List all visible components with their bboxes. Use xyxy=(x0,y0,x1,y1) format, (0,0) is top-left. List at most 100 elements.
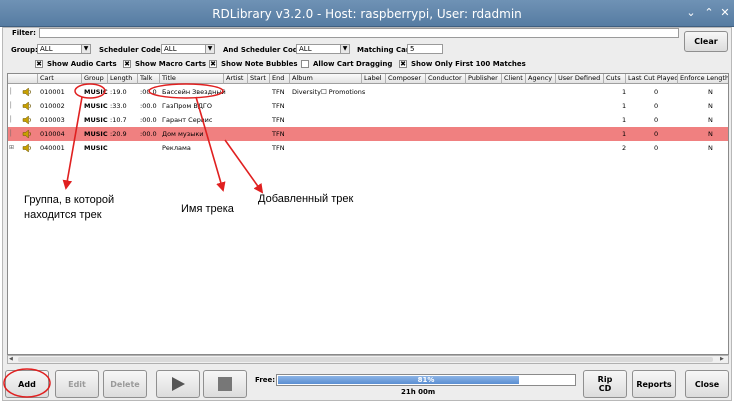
column-header-icon[interactable] xyxy=(8,74,38,84)
reports-button[interactable]: Reports xyxy=(632,370,676,398)
cell-talk: :00.0 xyxy=(140,116,157,124)
scroll-right-icon[interactable]: ▶ xyxy=(720,357,727,362)
column-header-talk[interactable]: Talk xyxy=(138,74,160,84)
annotation-added: Добавленный трек xyxy=(258,193,354,205)
table-row[interactable]: │ 010001 MUSIC:19.0:00.0 Бассейн Звездный TF… xyxy=(8,85,728,99)
tree-expander-icon[interactable]: ⊞ xyxy=(9,141,19,155)
column-header-conductor[interactable]: Conductor xyxy=(426,74,466,84)
checkbox-check-icon: ✖ xyxy=(209,60,217,68)
scheduler-code-label: Scheduler Code: xyxy=(99,46,164,54)
cell-talk: :00.0 xyxy=(140,130,157,138)
cell-album xyxy=(290,99,292,113)
add-button[interactable]: Add xyxy=(5,370,49,398)
scheduler-code-select[interactable]: ALL ▼ xyxy=(161,44,215,54)
group-select[interactable]: ALL ▼ xyxy=(37,44,91,54)
edit-button[interactable]: Edit xyxy=(55,370,99,398)
cell-cuts: 1 xyxy=(622,130,627,138)
column-header-user-defined[interactable]: User Defined xyxy=(556,74,604,84)
show-note-bubbles-checkbox[interactable]: ✖ Show Note Bubbles xyxy=(209,60,298,68)
column-header-cart[interactable]: Cart xyxy=(38,74,82,84)
chevron-down-icon: ▼ xyxy=(340,45,349,53)
show-first-100-label: Show Only First 100 Matches xyxy=(411,60,526,68)
column-header-composer[interactable]: Composer xyxy=(386,74,426,84)
horizontal-scrollbar[interactable]: ◀ ▶ xyxy=(7,355,729,364)
column-header-agency[interactable]: Agency xyxy=(526,74,556,84)
scroll-left-icon[interactable]: ◀ xyxy=(9,357,16,362)
and-scheduler-code-select[interactable]: ALL ▼ xyxy=(296,44,350,54)
annotation-title: Имя трека xyxy=(181,203,234,215)
cell-enforce: N xyxy=(708,130,713,138)
cell-cuts: 1 xyxy=(622,102,627,110)
column-header-end[interactable]: End xyxy=(270,74,290,84)
play-icon xyxy=(172,377,185,391)
show-macro-carts-checkbox[interactable]: ✖ Show Macro Carts xyxy=(123,60,206,68)
show-audio-carts-label: Show Audio Carts xyxy=(47,60,117,68)
column-header-enforce-length[interactable]: Enforce Length xyxy=(678,74,728,84)
column-header-last-cut-played[interactable]: Last Cut Played xyxy=(626,74,678,84)
cell-length xyxy=(108,141,110,155)
audio-cart-icon xyxy=(22,101,31,111)
free-percent-text: 81% xyxy=(417,376,435,384)
tree-expander-icon: │ xyxy=(9,102,13,109)
cell-talk xyxy=(138,141,140,155)
column-header-album[interactable]: Album xyxy=(290,74,362,84)
cell-talk: :00.0 xyxy=(140,88,157,96)
cell-last-played: 0 xyxy=(654,130,659,138)
cell-length: :33.0 xyxy=(110,102,127,110)
show-first-100-checkbox[interactable]: ✖ Show Only First 100 Matches xyxy=(399,60,526,68)
column-header-publisher[interactable]: Publisher xyxy=(466,74,502,84)
cell-title: Дом музыки xyxy=(162,130,204,138)
clear-button[interactable]: Clear xyxy=(684,31,728,52)
free-space-bar: 81% xyxy=(276,374,576,386)
column-header-label[interactable]: Label xyxy=(362,74,386,84)
cell-cuts: 1 xyxy=(622,88,627,96)
table-row[interactable]: │ 010002 MUSIC:33.0:00.0 ГазПром ВДГО TFN 1 0 N xyxy=(8,99,728,113)
column-header-length[interactable]: Length xyxy=(108,74,138,84)
free-time-text: 21h 00m xyxy=(401,388,436,396)
stop-button[interactable] xyxy=(203,370,247,398)
table-row[interactable]: ⊞ 040001 MUSIC Реклама TFN 2 0 N xyxy=(8,141,728,155)
chevron-down-icon[interactable]: ⌄ xyxy=(684,6,698,20)
window-title: RDLibrary v3.2.0 - Host: raspberrypi, Us… xyxy=(212,7,522,21)
column-header-cuts[interactable]: Cuts xyxy=(604,74,626,84)
table-row[interactable]: │ 010003 MUSIC:10.7:00.0 Гарант Сервис TFN 1 0… xyxy=(8,113,728,127)
annotation-group: Группа, в которой находится трек xyxy=(24,194,115,221)
cart-table: Cart Group Length Talk Title Artist Star… xyxy=(7,73,729,355)
chevron-up-icon[interactable]: ⌃ xyxy=(702,6,716,20)
column-header-artist[interactable]: Artist xyxy=(224,74,248,84)
column-header-client[interactable]: Client xyxy=(502,74,526,84)
cell-length: :10.7 xyxy=(110,116,127,124)
cell-length: :19.0 xyxy=(110,88,127,96)
allow-cart-dragging-checkbox[interactable]: Allow Cart Dragging xyxy=(301,60,392,68)
show-audio-carts-checkbox[interactable]: ✖ Show Audio Carts xyxy=(35,60,117,68)
cell-last-played: 0 xyxy=(654,144,659,152)
close-button[interactable]: Close xyxy=(685,370,729,398)
audio-cart-icon xyxy=(22,129,31,139)
filter-input[interactable] xyxy=(39,28,679,38)
show-note-bubbles-label: Show Note Bubbles xyxy=(221,60,298,68)
and-scheduler-code-value: ALL xyxy=(299,45,312,53)
cell-group: MUSIC xyxy=(84,116,108,124)
table-row[interactable]: │ 010004 MUSIC:20.9:00.0 Дом музыки TFN 1 0 N xyxy=(8,127,728,141)
cell-title: Гарант Сервис xyxy=(162,116,213,124)
checkbox-check-icon: ✖ xyxy=(399,60,407,68)
title-bar: RDLibrary v3.2.0 - Host: raspberrypi, Us… xyxy=(0,0,734,27)
play-button[interactable] xyxy=(156,370,200,398)
cell-group: MUSIC xyxy=(84,88,108,96)
matching-carts-field: 5 xyxy=(407,44,443,54)
close-icon[interactable]: ✕ xyxy=(718,6,732,20)
column-header-title[interactable]: Title xyxy=(160,74,224,84)
rip-cd-button[interactable]: Rip CD xyxy=(583,370,627,398)
cell-enforce: N xyxy=(708,144,713,152)
audio-cart-icon xyxy=(22,143,31,153)
cell-title: Реклама xyxy=(162,144,191,152)
cell-last-played: 0 xyxy=(654,88,659,96)
cell-enforce: N xyxy=(708,102,713,110)
scroll-thumb[interactable] xyxy=(18,357,713,362)
delete-button[interactable]: Delete xyxy=(103,370,147,398)
group-label: Group: xyxy=(11,46,38,54)
cell-end: TFN xyxy=(272,116,285,124)
column-header-start[interactable]: Start xyxy=(248,74,270,84)
cell-title: Бассейн Звездный xyxy=(162,88,226,96)
column-header-group[interactable]: Group xyxy=(82,74,108,84)
